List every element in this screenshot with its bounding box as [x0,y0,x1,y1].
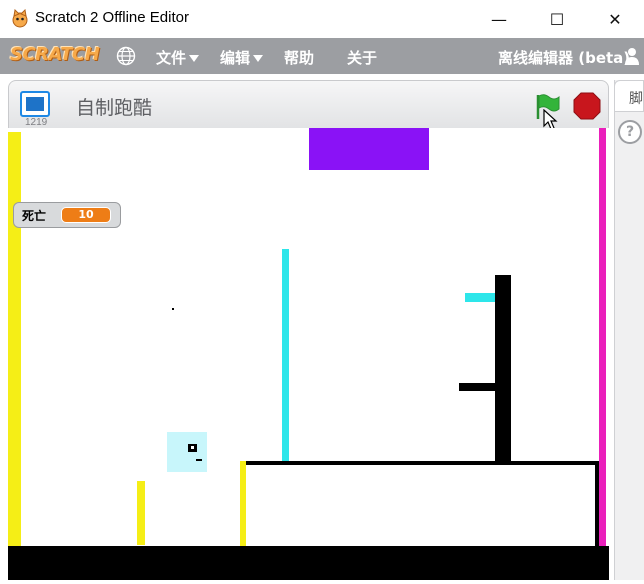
globe-icon[interactable] [116,46,136,66]
stage-header: 1219 自制跑酷 [8,80,609,128]
cyan-pole [282,249,289,461]
version-label: 1219 [25,117,48,128]
monitor-value: 10 [61,207,111,223]
menu-about[interactable]: 关于 [347,47,377,68]
chevron-down-icon [253,55,264,62]
player-sprite-eye [191,446,194,449]
cyan-ledge [465,293,495,302]
scratch-menubar: SCRATCH 文件 编辑 帮助 关于 离线编辑器 (beta) [0,38,644,74]
sprite-halo [167,432,207,472]
stop-sign-icon[interactable] [573,92,601,120]
menu-help[interactable]: 帮助 [284,47,314,68]
project-title[interactable]: 自制跑酷 [76,93,152,120]
maximize-button[interactable]: ☐ [528,0,586,38]
chevron-down-icon [189,55,200,62]
dot [172,308,174,310]
minimize-button[interactable]: — [470,0,528,38]
menu-edit-label: 编辑 [220,49,251,67]
maximize-icon: ☐ [549,9,565,29]
variable-monitor[interactable]: 死亡 10 [13,202,121,228]
scripts-panel-edge [614,80,644,580]
menu-file[interactable]: 文件 [156,47,200,68]
yellow-post-left [137,481,145,545]
offline-editor-label: 离线编辑器 (beta) [498,49,631,67]
right-magenta-wall [599,128,606,550]
help-icon[interactable]: ? [618,120,642,144]
account-icon[interactable] [624,47,640,65]
black-pillar [495,275,511,463]
black-ledge [459,383,497,391]
window-titlebar: Scratch 2 Offline Editor — ☐ ✕ [0,0,644,38]
presentation-mode-icon[interactable] [20,91,50,117]
ground-floor [8,546,609,580]
menu-edit[interactable]: 编辑 [220,47,264,68]
menu-about-label: 关于 [347,49,378,67]
close-icon: ✕ [608,9,622,29]
player-sprite-tail [196,459,202,461]
scratch-logo[interactable]: SCRATCH [10,44,100,65]
tab-scripts[interactable]: 脚本 [614,80,644,112]
monitor-label: 死亡 [22,209,47,223]
stage[interactable]: 死亡 10 [8,128,609,580]
window-title: Scratch 2 Offline Editor [35,9,189,26]
platform-outline [246,461,599,548]
purple-block [309,128,429,170]
scratch-cat-icon [12,9,28,28]
minimize-icon: — [491,9,507,29]
close-button[interactable]: ✕ [586,0,644,38]
menu-help-label: 帮助 [284,49,315,67]
menu-file-label: 文件 [156,49,187,67]
left-yellow-wall [8,132,21,550]
